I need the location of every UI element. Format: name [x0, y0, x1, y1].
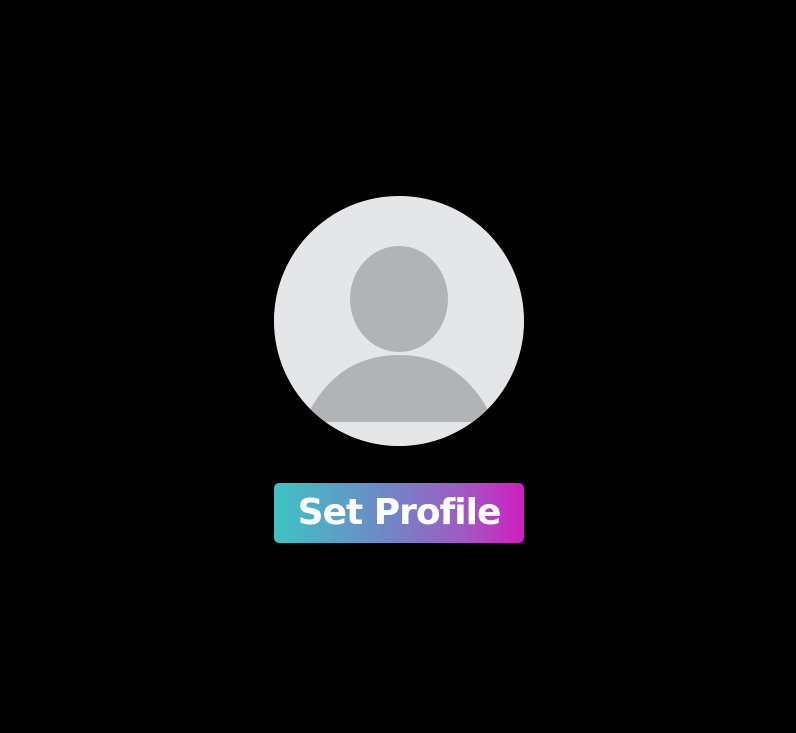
profile-setup-screen: Set Profile [0, 0, 796, 733]
default-user-silhouette-icon [274, 196, 524, 446]
set-profile-button[interactable]: Set Profile [274, 483, 524, 543]
avatar[interactable] [274, 196, 524, 446]
